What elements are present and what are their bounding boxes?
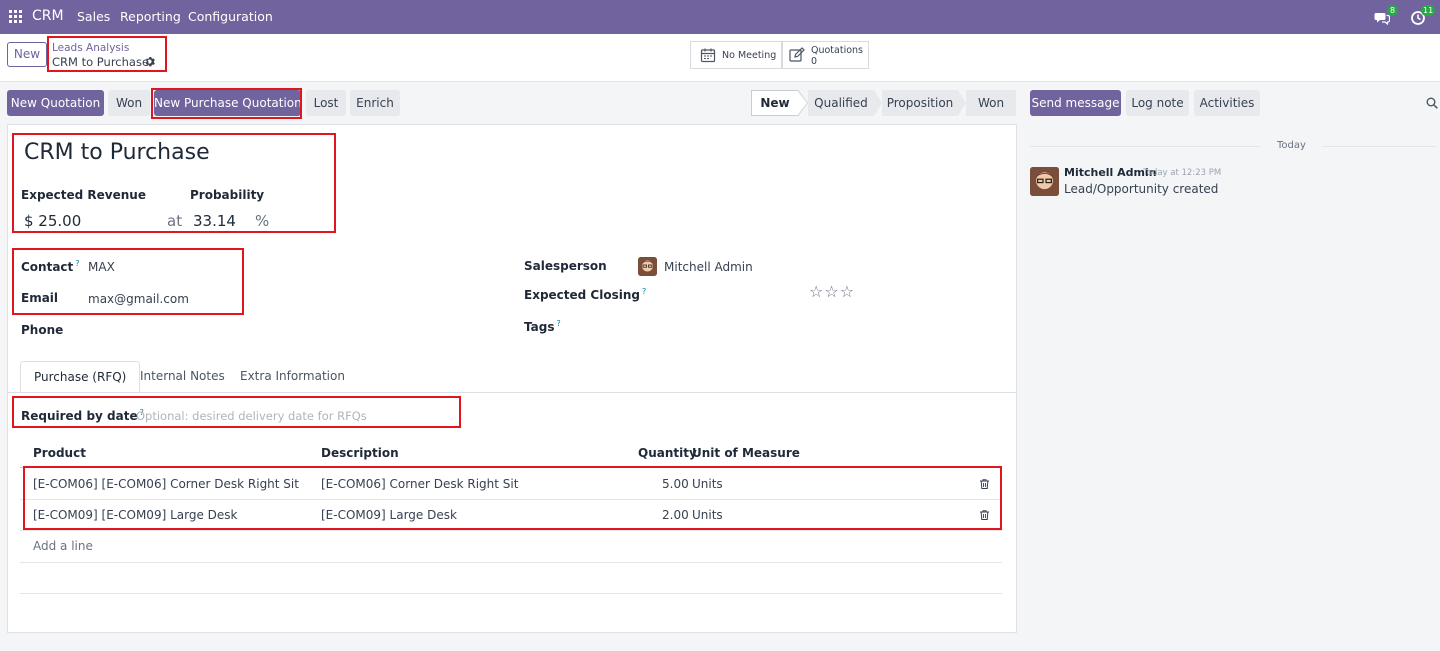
meeting-label: No Meeting — [722, 50, 777, 61]
required-date-input[interactable]: Optional: desired delivery date for RFQs — [136, 409, 367, 423]
salesperson-label: Salesperson — [524, 259, 607, 273]
stage-won[interactable]: Won — [966, 90, 1016, 116]
won-button[interactable]: Won — [108, 90, 150, 116]
row-divider — [20, 562, 1002, 563]
menu-configuration[interactable]: Configuration — [188, 9, 273, 24]
tab-internal-notes[interactable]: Internal Notes — [127, 361, 238, 393]
new-button[interactable]: New — [7, 42, 47, 67]
log-note-button[interactable]: Log note — [1126, 90, 1189, 116]
row-product[interactable]: [E-COM06] [E-COM06] Corner Desk Right Si… — [33, 477, 299, 491]
quotations-count: 0 — [811, 56, 818, 67]
col-uom[interactable]: Unit of Measure — [692, 446, 800, 460]
email-field[interactable]: max@gmail.com — [88, 292, 189, 306]
menu-sales[interactable]: Sales — [77, 9, 110, 24]
stage-qualified[interactable]: Qualified — [808, 90, 874, 116]
calendar-icon — [700, 48, 716, 63]
enrich-button[interactable]: Enrich — [350, 90, 400, 116]
stage-proposition[interactable]: Proposition — [882, 90, 958, 116]
col-product[interactable]: Product — [33, 446, 86, 460]
new-purchase-quotation-button[interactable]: New Purchase Quotation — [154, 90, 302, 116]
activities-button[interactable]: Activities — [1194, 90, 1260, 116]
salesperson-field[interactable]: Mitchell Admin — [664, 260, 753, 274]
quotations-label: Quotations — [811, 45, 864, 56]
row-product[interactable]: [E-COM09] [E-COM09] Large Desk — [33, 508, 237, 522]
breadcrumb-current: CRM to Purchase — [52, 55, 150, 69]
edit-document-icon — [789, 47, 805, 62]
row-description[interactable]: [E-COM09] Large Desk — [321, 508, 457, 522]
meeting-smart-button[interactable]: No Meeting — [690, 41, 782, 69]
control-panel: New Leads Analysis CRM to Purchase No Me… — [0, 34, 1440, 82]
app-name[interactable]: CRM — [32, 8, 64, 24]
lead-title[interactable]: CRM to Purchase — [24, 140, 210, 165]
add-line-link[interactable]: Add a line — [33, 539, 93, 553]
gear-icon[interactable] — [144, 56, 155, 67]
contact-field[interactable]: MAX — [88, 260, 115, 274]
tab-extra-information[interactable]: Extra Information — [227, 361, 358, 393]
row-divider — [20, 499, 1002, 500]
probability-label: Probability — [190, 188, 265, 202]
tab-divider — [8, 392, 1016, 393]
breadcrumb-parent[interactable]: Leads Analysis — [52, 42, 129, 54]
quotations-smart-button[interactable]: Quotations 0 — [782, 41, 869, 69]
send-message-button[interactable]: Send message — [1030, 90, 1121, 116]
row-description[interactable]: [E-COM06] Corner Desk Right Sit — [321, 477, 518, 491]
top-navbar: CRM Sales Reporting Configuration 8 11 — [0, 0, 1440, 34]
probability-field[interactable]: 33.14 — [193, 212, 236, 230]
priority-stars-icon[interactable]: ☆☆☆ — [809, 282, 855, 301]
row-uom[interactable]: Units — [692, 508, 723, 522]
col-description[interactable]: Description — [321, 446, 399, 460]
at-label: at — [167, 212, 183, 230]
new-quotation-button[interactable]: New Quotation — [7, 90, 104, 116]
row-quantity[interactable]: 5.00 — [662, 477, 689, 491]
date-separator-line-right — [1322, 146, 1436, 147]
message-timestamp: Today at 12:23 PM — [1143, 168, 1222, 178]
delete-row-icon[interactable] — [980, 479, 989, 489]
percent-sign: % — [255, 212, 270, 230]
col-quantity[interactable]: Quantity — [638, 446, 697, 460]
author-avatar[interactable] — [1030, 167, 1059, 196]
phone-label: Phone — [21, 323, 64, 337]
date-separator-line-left — [1030, 146, 1260, 147]
row-divider — [20, 530, 1002, 531]
contact-label: Contact? — [21, 259, 80, 274]
menu-reporting[interactable]: Reporting — [120, 9, 181, 24]
tags-label: Tags? — [524, 319, 561, 334]
expected-revenue-label: Expected Revenue — [21, 188, 146, 202]
tab-purchase-rfq[interactable]: Purchase (RFQ) — [20, 361, 141, 393]
expected-closing-label: Expected Closing? — [524, 287, 647, 302]
date-separator: Today — [1277, 140, 1306, 151]
table-header-divider — [20, 467, 1002, 468]
lost-button[interactable]: Lost — [306, 90, 346, 116]
activities-count-badge: 11 — [1421, 5, 1436, 16]
messages-count-badge: 8 — [1387, 5, 1398, 16]
row-uom[interactable]: Units — [692, 477, 723, 491]
message-body: Lead/Opportunity created — [1064, 182, 1219, 196]
expected-revenue-field[interactable]: $ 25.00 — [24, 212, 81, 230]
email-label: Email — [21, 291, 59, 305]
table-footer-divider — [20, 593, 1002, 594]
required-date-label: Required by date? — [21, 408, 144, 423]
row-quantity[interactable]: 2.00 — [662, 508, 689, 522]
apps-menu-icon[interactable] — [9, 10, 22, 23]
stage-new[interactable]: New — [751, 90, 799, 116]
salesperson-avatar — [638, 257, 657, 276]
search-icon[interactable] — [1426, 97, 1438, 109]
delete-row-icon[interactable] — [980, 510, 989, 520]
